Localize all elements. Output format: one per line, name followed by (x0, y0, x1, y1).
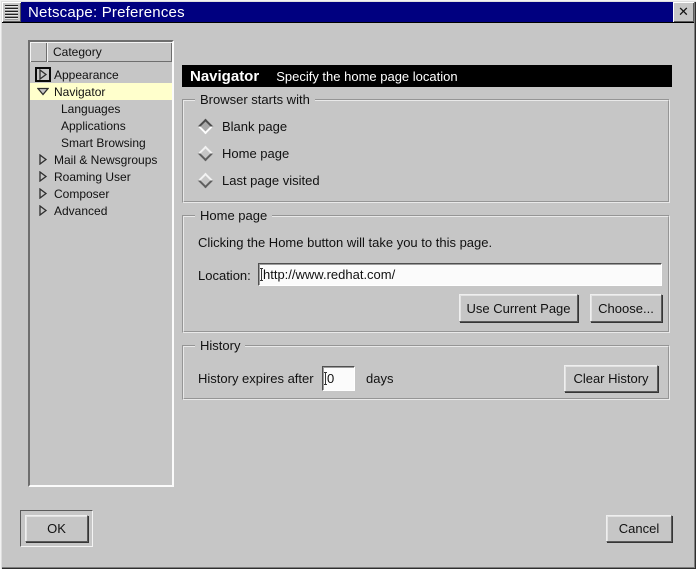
history-days-value: 0 (327, 371, 334, 386)
radio-blank-page[interactable]: Blank page (200, 117, 287, 135)
text-caret (325, 372, 326, 385)
radio-selected-icon[interactable] (198, 118, 214, 134)
sidebar-item-navigator[interactable]: Navigator (30, 83, 172, 100)
tree: Appearance Navigator Languages Applicati… (30, 62, 172, 219)
radio-unselected-icon[interactable] (198, 172, 214, 188)
window-menu-icon (5, 5, 18, 20)
choose-button[interactable]: Choose... (590, 294, 662, 322)
preferences-window: Netscape: Preferences ✕ Category Appeara… (0, 0, 696, 569)
tree-header-stub (30, 42, 47, 62)
radio-label: Last page visited (222, 173, 320, 188)
collapsed-triangle-icon[interactable] (36, 170, 50, 183)
section-title: Navigator (190, 68, 259, 85)
sidebar-item-label: Roaming User (54, 170, 131, 184)
default-button-frame: OK (20, 510, 93, 547)
clear-history-button[interactable]: Clear History (564, 365, 658, 392)
sidebar-item-appearance[interactable]: Appearance (30, 66, 172, 83)
sidebar-item-label: Mail & Newsgroups (54, 153, 157, 167)
collapsed-triangle-icon[interactable] (36, 153, 50, 166)
sidebar-item-label: Navigator (54, 85, 105, 99)
collapsed-triangle-icon[interactable] (36, 187, 50, 200)
close-icon: ✕ (678, 4, 689, 20)
sidebar-item-languages[interactable]: Languages (30, 100, 172, 117)
sidebar-item-roaming-user[interactable]: Roaming User (30, 168, 172, 185)
sidebar-item-label: Advanced (54, 204, 107, 218)
radio-unselected-icon[interactable] (198, 145, 214, 161)
close-button[interactable]: ✕ (673, 2, 694, 22)
collapsed-triangle-icon[interactable] (36, 68, 50, 81)
collapsed-triangle-icon[interactable] (36, 204, 50, 217)
category-tree: Category Appearance Navigator Languages … (28, 40, 174, 487)
history-expires-label: History expires after (198, 371, 314, 386)
browser-starts-group: Browser starts with Blank page Home page… (182, 99, 670, 203)
group-legend: History (195, 338, 245, 353)
location-label: Location: (198, 268, 251, 283)
window-title: Netscape: Preferences (21, 2, 673, 22)
sidebar-item-label: Composer (54, 187, 109, 201)
sidebar-item-composer[interactable]: Composer (30, 185, 172, 202)
history-days-input[interactable]: 0 (322, 366, 355, 391)
home-page-description: Clicking the Home button will take you t… (198, 235, 492, 250)
expanded-triangle-icon[interactable] (36, 85, 50, 98)
group-legend: Browser starts with (195, 92, 315, 107)
sidebar-item-mail-newsgroups[interactable]: Mail & Newsgroups (30, 151, 172, 168)
days-label: days (366, 371, 393, 386)
radio-home-page[interactable]: Home page (200, 144, 289, 162)
group-legend: Home page (195, 208, 272, 223)
text-caret (261, 268, 262, 281)
use-current-page-button[interactable]: Use Current Page (459, 294, 578, 322)
sidebar-item-label: Languages (30, 102, 120, 116)
sidebar-item-label: Smart Browsing (30, 136, 146, 150)
location-input[interactable]: http://www.redhat.com/ (258, 263, 662, 286)
radio-last-page-visited[interactable]: Last page visited (200, 171, 320, 189)
sidebar-item-applications[interactable]: Applications (30, 117, 172, 134)
radio-label: Blank page (222, 119, 287, 134)
ok-button[interactable]: OK (25, 515, 88, 542)
cancel-button[interactable]: Cancel (606, 515, 672, 542)
sidebar-item-smart-browsing[interactable]: Smart Browsing (30, 134, 172, 151)
section-subtitle: Specify the home page location (276, 69, 457, 84)
titlebar: Netscape: Preferences ✕ (2, 2, 694, 23)
tree-header-label: Category (47, 42, 172, 62)
home-page-group: Home page Clicking the Home button will … (182, 215, 670, 333)
radio-label: Home page (222, 146, 289, 161)
window-menu-button[interactable] (2, 2, 21, 22)
sidebar-item-label: Applications (30, 119, 126, 133)
sidebar-item-label: Appearance (54, 68, 119, 82)
location-value: http://www.redhat.com/ (263, 267, 395, 282)
sidebar-item-advanced[interactable]: Advanced (30, 202, 172, 219)
history-group: History History expires after 0 days Cle… (182, 345, 670, 400)
tree-header: Category (30, 42, 172, 62)
section-header: Navigator Specify the home page location (182, 65, 672, 87)
